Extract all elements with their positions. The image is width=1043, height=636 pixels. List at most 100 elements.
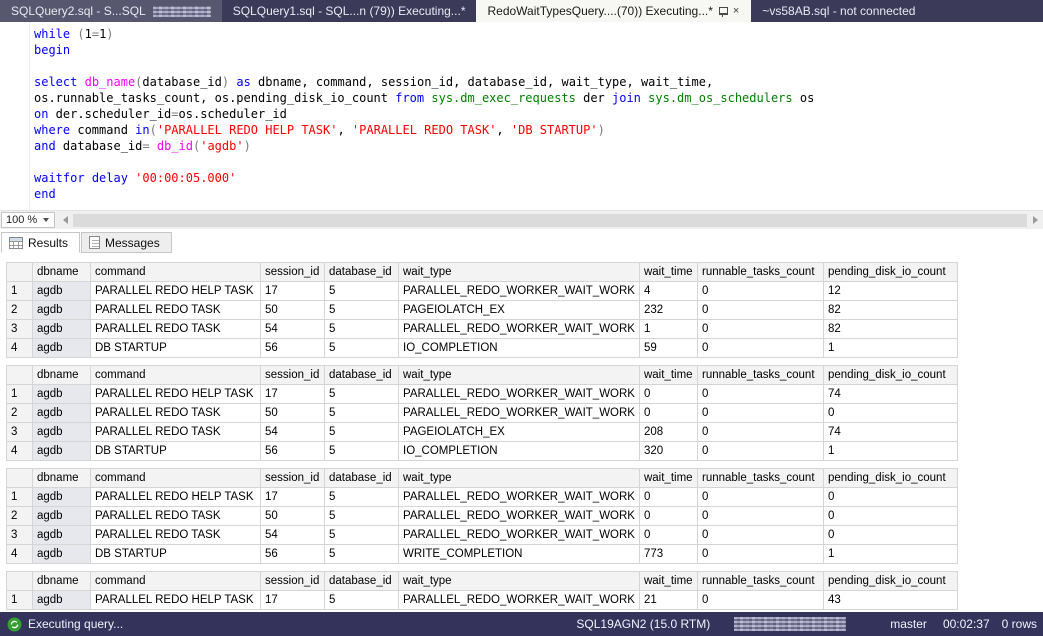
column-header-database_id[interactable]: database_id xyxy=(325,366,399,385)
cell-session_id[interactable]: 56 xyxy=(261,339,325,358)
cell-dbname[interactable]: agdb xyxy=(33,385,91,404)
cell-dbname[interactable]: agdb xyxy=(33,320,91,339)
cell-pending_disk_io_count[interactable]: 82 xyxy=(823,320,957,339)
cell-dbname[interactable]: agdb xyxy=(33,339,91,358)
cell-runnable_tasks_count[interactable]: 0 xyxy=(697,591,823,610)
cell-wait_time[interactable]: 0 xyxy=(639,385,697,404)
column-header-runnable_tasks_count[interactable]: runnable_tasks_count xyxy=(697,263,823,282)
cell-runnable_tasks_count[interactable]: 0 xyxy=(697,442,823,461)
cell-wait_type[interactable]: PARALLEL_REDO_WORKER_WAIT_WORK xyxy=(399,282,640,301)
column-header-dbname[interactable]: dbname xyxy=(33,572,91,591)
row-header[interactable]: 4 xyxy=(7,442,33,461)
select-all-corner[interactable] xyxy=(7,366,33,385)
cell-runnable_tasks_count[interactable]: 0 xyxy=(697,320,823,339)
editor-horizontal-scrollbar[interactable] xyxy=(57,211,1043,229)
cell-pending_disk_io_count[interactable]: 1 xyxy=(823,545,957,564)
row-header[interactable]: 3 xyxy=(7,526,33,545)
cell-session_id[interactable]: 54 xyxy=(261,526,325,545)
cell-wait_type[interactable]: PARALLEL_REDO_WORKER_WAIT_WORK xyxy=(399,526,640,545)
cell-database_id[interactable]: 5 xyxy=(325,301,399,320)
column-header-command[interactable]: command xyxy=(91,263,261,282)
select-all-corner[interactable] xyxy=(7,469,33,488)
row-header[interactable]: 1 xyxy=(7,282,33,301)
cell-database_id[interactable]: 5 xyxy=(325,526,399,545)
scroll-left-button[interactable] xyxy=(57,211,73,229)
cell-runnable_tasks_count[interactable]: 0 xyxy=(697,488,823,507)
cell-wait_type[interactable]: PAGEIOLATCH_EX xyxy=(399,301,640,320)
row-header[interactable]: 1 xyxy=(7,385,33,404)
cell-wait_time[interactable]: 232 xyxy=(639,301,697,320)
column-header-wait_time[interactable]: wait_time xyxy=(639,572,697,591)
column-header-dbname[interactable]: dbname xyxy=(33,263,91,282)
cell-runnable_tasks_count[interactable]: 0 xyxy=(697,282,823,301)
cell-wait_type[interactable]: PAGEIOLATCH_EX xyxy=(399,423,640,442)
column-header-runnable_tasks_count[interactable]: runnable_tasks_count xyxy=(697,572,823,591)
column-header-database_id[interactable]: database_id xyxy=(325,572,399,591)
cell-wait_time[interactable]: 320 xyxy=(639,442,697,461)
column-header-wait_time[interactable]: wait_time xyxy=(639,263,697,282)
row-header[interactable]: 2 xyxy=(7,301,33,320)
row-header[interactable]: 3 xyxy=(7,320,33,339)
cell-dbname[interactable]: agdb xyxy=(33,282,91,301)
column-header-wait_time[interactable]: wait_time xyxy=(639,469,697,488)
cell-wait_type[interactable]: IO_COMPLETION xyxy=(399,442,640,461)
cell-command[interactable]: PARALLEL REDO HELP TASK xyxy=(91,591,261,610)
cell-wait_time[interactable]: 59 xyxy=(639,339,697,358)
scroll-right-button[interactable] xyxy=(1027,211,1043,229)
cell-pending_disk_io_count[interactable]: 82 xyxy=(823,301,957,320)
column-header-database_id[interactable]: database_id xyxy=(325,263,399,282)
cell-command[interactable]: PARALLEL REDO TASK xyxy=(91,301,261,320)
cell-runnable_tasks_count[interactable]: 0 xyxy=(697,507,823,526)
cell-command[interactable]: PARALLEL REDO HELP TASK xyxy=(91,488,261,507)
cell-command[interactable]: PARALLEL REDO TASK xyxy=(91,507,261,526)
cell-database_id[interactable]: 5 xyxy=(325,442,399,461)
cell-session_id[interactable]: 50 xyxy=(261,404,325,423)
select-all-corner[interactable] xyxy=(7,572,33,591)
cell-session_id[interactable]: 17 xyxy=(261,385,325,404)
cell-dbname[interactable]: agdb xyxy=(33,404,91,423)
column-header-database_id[interactable]: database_id xyxy=(325,469,399,488)
cell-dbname[interactable]: agdb xyxy=(33,507,91,526)
cell-wait_time[interactable]: 1 xyxy=(639,320,697,339)
cell-wait_type[interactable]: PARALLEL_REDO_WORKER_WAIT_WORK xyxy=(399,591,640,610)
cell-runnable_tasks_count[interactable]: 0 xyxy=(697,526,823,545)
cell-command[interactable]: PARALLEL REDO TASK xyxy=(91,526,261,545)
cell-wait_time[interactable]: 0 xyxy=(639,404,697,423)
column-header-command[interactable]: command xyxy=(91,572,261,591)
cell-wait_type[interactable]: IO_COMPLETION xyxy=(399,339,640,358)
cell-session_id[interactable]: 54 xyxy=(261,423,325,442)
column-header-runnable_tasks_count[interactable]: runnable_tasks_count xyxy=(697,366,823,385)
column-header-session_id[interactable]: session_id xyxy=(261,263,325,282)
column-header-wait_type[interactable]: wait_type xyxy=(399,263,640,282)
document-tab-1[interactable]: SQLQuery2.sql - S...SQL xyxy=(0,0,222,22)
column-header-pending_disk_io_count[interactable]: pending_disk_io_count xyxy=(823,366,957,385)
column-header-pending_disk_io_count[interactable]: pending_disk_io_count xyxy=(823,572,957,591)
cell-runnable_tasks_count[interactable]: 0 xyxy=(697,545,823,564)
cell-database_id[interactable]: 5 xyxy=(325,282,399,301)
column-header-pending_disk_io_count[interactable]: pending_disk_io_count xyxy=(823,469,957,488)
cell-pending_disk_io_count[interactable]: 12 xyxy=(823,282,957,301)
cell-database_id[interactable]: 5 xyxy=(325,488,399,507)
cell-pending_disk_io_count[interactable]: 1 xyxy=(823,339,957,358)
scrollbar-thumb[interactable] xyxy=(73,214,1027,227)
cell-dbname[interactable]: agdb xyxy=(33,423,91,442)
column-header-dbname[interactable]: dbname xyxy=(33,366,91,385)
cell-session_id[interactable]: 17 xyxy=(261,282,325,301)
column-header-dbname[interactable]: dbname xyxy=(33,469,91,488)
cell-dbname[interactable]: agdb xyxy=(33,545,91,564)
close-icon[interactable]: × xyxy=(732,6,740,17)
row-header[interactable]: 3 xyxy=(7,423,33,442)
column-header-wait_time[interactable]: wait_time xyxy=(639,366,697,385)
column-header-runnable_tasks_count[interactable]: runnable_tasks_count xyxy=(697,469,823,488)
row-header[interactable]: 1 xyxy=(7,591,33,610)
cell-database_id[interactable]: 5 xyxy=(325,385,399,404)
row-header[interactable]: 4 xyxy=(7,545,33,564)
cell-session_id[interactable]: 50 xyxy=(261,301,325,320)
document-tab-4[interactable]: ~vs58AB.sql - not connected xyxy=(751,0,926,22)
cell-command[interactable]: PARALLEL REDO TASK xyxy=(91,404,261,423)
cell-dbname[interactable]: agdb xyxy=(33,442,91,461)
cell-database_id[interactable]: 5 xyxy=(325,507,399,526)
cell-command[interactable]: PARALLEL REDO HELP TASK xyxy=(91,385,261,404)
cell-pending_disk_io_count[interactable]: 74 xyxy=(823,385,957,404)
tab-results[interactable]: Results xyxy=(1,232,80,253)
